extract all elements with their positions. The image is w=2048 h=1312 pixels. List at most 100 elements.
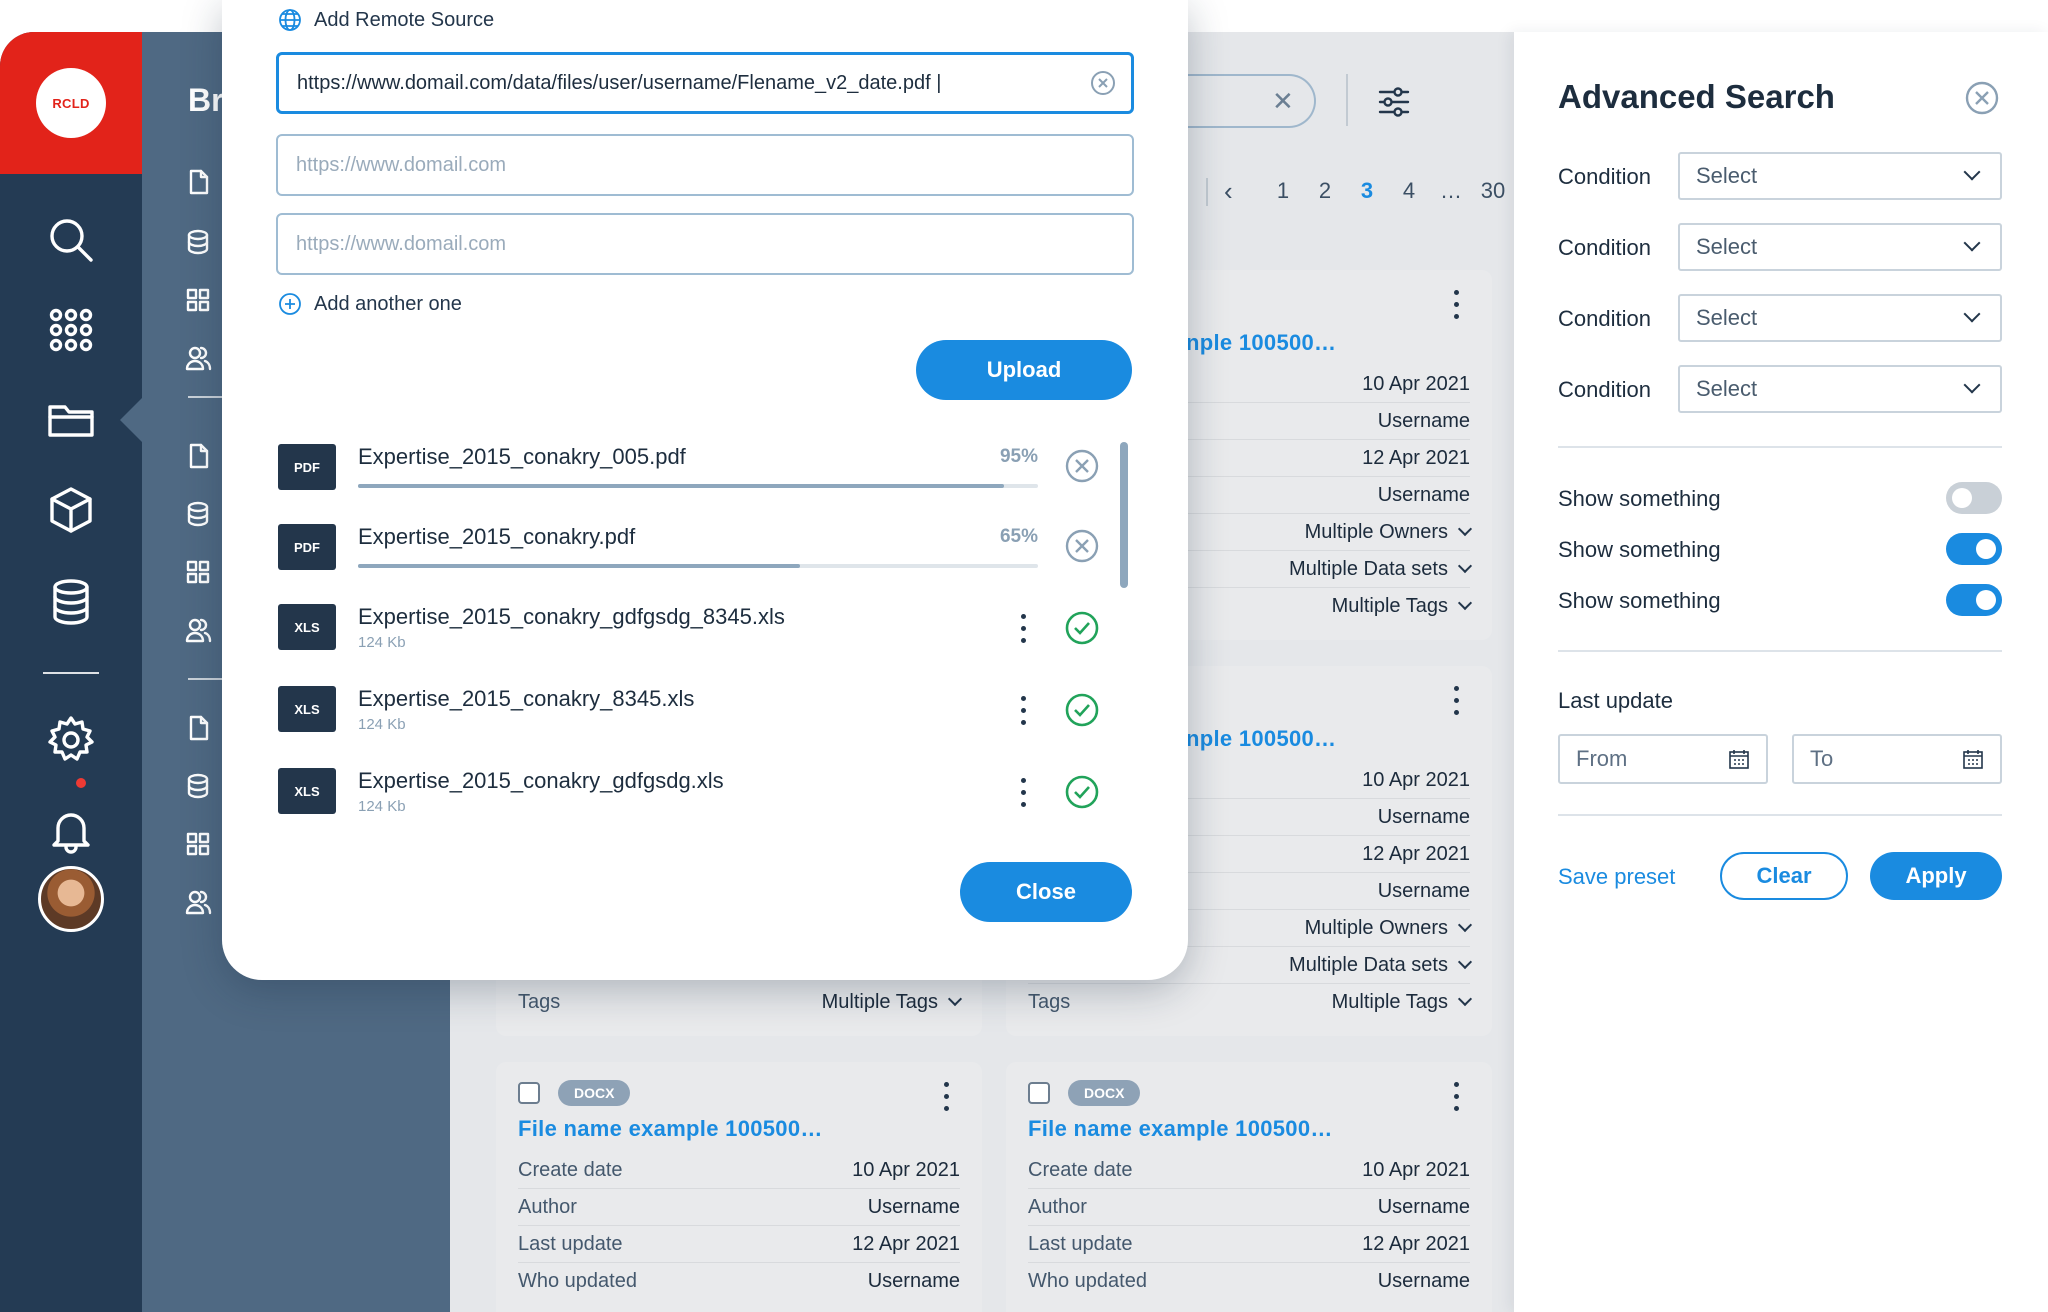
database-icon[interactable]: [184, 772, 216, 804]
database-icon[interactable]: [41, 572, 101, 632]
section-divider: [1558, 650, 2002, 652]
progress-fill: [358, 564, 800, 568]
file-card[interactable]: DOCX File name example 100500… Create da…: [1006, 1062, 1492, 1312]
grid-icon[interactable]: [184, 286, 216, 318]
grid-icon[interactable]: [184, 558, 216, 590]
users-icon[interactable]: [184, 888, 216, 920]
chevron-down-icon: [1457, 954, 1473, 970]
save-preset-link[interactable]: Save preset: [1558, 864, 1675, 890]
card-row-tags[interactable]: Tags Multiple Tags: [518, 984, 963, 1021]
add-another-link[interactable]: Add another one: [278, 292, 462, 316]
search-icon[interactable]: [41, 210, 101, 270]
document-icon[interactable]: [184, 168, 216, 200]
card-title[interactable]: File name example 100500…: [1028, 1116, 1333, 1142]
clear-input-icon[interactable]: [1090, 70, 1116, 96]
pagination: 1 2 3 4 … 30: [1262, 178, 1514, 208]
section-divider: [1558, 814, 2002, 816]
grid-icon[interactable]: [184, 830, 216, 862]
file-name: Expertise_2015_conakry_gdfgsdg.xls: [358, 768, 724, 793]
file-type-badge: DOCX: [558, 1080, 631, 1106]
condition-select-2[interactable]: Select: [1678, 223, 2002, 271]
upload-button[interactable]: Upload: [916, 340, 1132, 400]
users-icon[interactable]: [184, 616, 216, 648]
pager-divider: [1206, 178, 1208, 206]
settings-icon[interactable]: [41, 710, 101, 770]
remote-url-input-1[interactable]: [276, 52, 1134, 114]
toggle-switch-1[interactable]: [1946, 482, 2002, 514]
cube-icon[interactable]: [41, 480, 101, 540]
card-menu-icon[interactable]: [1454, 686, 1460, 716]
add-remote-source[interactable]: Add Remote Source: [278, 8, 494, 32]
apply-button[interactable]: Apply: [1870, 852, 2002, 900]
page-4[interactable]: 4: [1388, 178, 1430, 208]
toggle-switch-3[interactable]: [1946, 584, 2002, 616]
page-3-current[interactable]: 3: [1346, 178, 1388, 208]
database-icon[interactable]: [184, 500, 216, 532]
panel-title: Advanced Search: [1558, 78, 1835, 115]
file-card[interactable]: DOCX File name example 100500… Create da…: [496, 1062, 982, 1312]
notification-dot: [74, 776, 88, 790]
clear-search-icon[interactable]: ✕: [1272, 86, 1294, 117]
bell-icon[interactable]: [41, 800, 101, 860]
document-icon[interactable]: [184, 714, 216, 746]
file-menu-icon[interactable]: [1021, 696, 1027, 726]
toggle-label: Show something: [1558, 486, 1721, 511]
filter-sliders-icon[interactable]: [1376, 84, 1412, 120]
card-title[interactable]: nple 100500…: [1186, 330, 1336, 356]
card-title[interactable]: nple 100500…: [1186, 726, 1336, 752]
remote-url-input-2[interactable]: [276, 134, 1134, 196]
document-icon[interactable]: [184, 442, 216, 474]
chevron-down-icon: [1963, 163, 1981, 181]
toggle-switch-2[interactable]: [1946, 533, 2002, 565]
pdf-file-icon: PDF: [278, 444, 336, 490]
add-remote-label: Add Remote Source: [314, 8, 495, 31]
prev-page-icon[interactable]: ‹: [1224, 176, 1233, 207]
xls-file-icon: XLS: [278, 768, 336, 814]
avatar[interactable]: [38, 866, 104, 932]
file-name: Expertise_2015_conakry_8345.xls: [358, 686, 695, 711]
page-1[interactable]: 1: [1262, 178, 1304, 208]
condition-label: Condition: [1558, 164, 1651, 189]
card-row-tags[interactable]: Tags Multiple Tags: [1028, 984, 1473, 1021]
condition-select-1[interactable]: Select: [1678, 152, 2002, 200]
condition-select-3[interactable]: Select: [1678, 294, 2002, 342]
page-2[interactable]: 2: [1304, 178, 1346, 208]
date-from-input[interactable]: From: [1558, 734, 1768, 784]
card-menu-icon[interactable]: [944, 1082, 950, 1112]
logo[interactable]: RCLD: [36, 68, 106, 138]
users-icon[interactable]: [184, 344, 216, 376]
clear-button[interactable]: Clear: [1720, 852, 1848, 900]
xls-file-icon: XLS: [278, 604, 336, 650]
cancel-upload-icon[interactable]: [1064, 448, 1100, 484]
condition-select-4[interactable]: Select: [1678, 365, 2002, 413]
date-to-input[interactable]: To: [1792, 734, 2002, 784]
card-menu-icon[interactable]: [1454, 290, 1460, 320]
chevron-down-icon: [1963, 305, 1981, 323]
remote-url-input-3[interactable]: [276, 213, 1134, 275]
toolbar-divider: [1346, 74, 1348, 126]
app-root: ✕ ‹ 1 2 3 4 … 30 nple 100500… 10 Apr 202…: [0, 0, 2048, 1312]
database-icon[interactable]: [184, 228, 216, 260]
card-title[interactable]: File name example 100500…: [518, 1116, 823, 1142]
file-list-scrollbar[interactable]: [1120, 442, 1128, 588]
upload-percent: 95%: [999, 446, 1038, 467]
cancel-upload-icon[interactable]: [1064, 528, 1100, 564]
file-size: 124 Kb: [358, 634, 406, 651]
file-menu-icon[interactable]: [1021, 614, 1027, 644]
add-circle-icon: [279, 293, 301, 315]
card-menu-icon[interactable]: [1454, 1082, 1460, 1112]
upload-progress-bar: [358, 564, 1038, 568]
file-menu-icon[interactable]: [1021, 778, 1027, 808]
calendar-icon: [1963, 750, 1983, 769]
close-button[interactable]: Close: [960, 862, 1132, 922]
folder-icon[interactable]: [41, 390, 101, 450]
close-panel-icon[interactable]: [1964, 80, 2000, 116]
file-name: Expertise_2015_conakry.pdf: [358, 524, 636, 549]
chevron-down-icon: [1457, 917, 1473, 933]
card-checkbox[interactable]: [1028, 1082, 1050, 1104]
card-checkbox[interactable]: [518, 1082, 540, 1104]
condition-label: Condition: [1558, 306, 1651, 331]
page-30[interactable]: 30: [1472, 178, 1514, 208]
apps-grid-icon[interactable]: [41, 300, 101, 360]
chevron-down-icon: [1457, 558, 1473, 574]
